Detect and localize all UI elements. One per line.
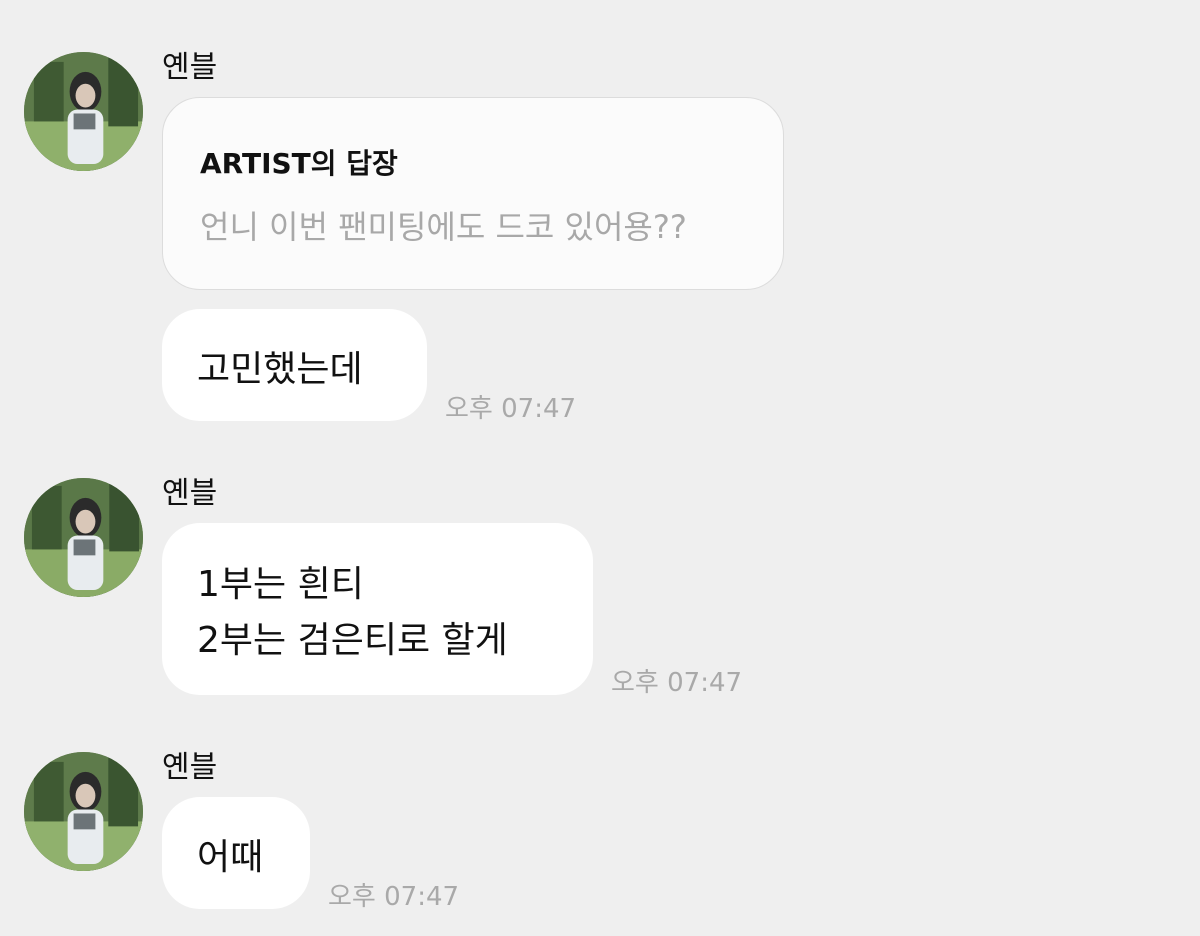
reply-quote: 언니 이번 팬미팅에도 드코 있어용?? — [200, 208, 687, 246]
profile-photo-icon — [24, 478, 143, 597]
message-time: 오후 07:47 — [611, 668, 743, 698]
reply-title: ARTIST의 답장 — [200, 147, 398, 180]
message-text-line: 2부는 검은티로 할게 — [197, 620, 508, 661]
sender-name: 옌블 — [162, 476, 218, 511]
message-time: 오후 07:47 — [328, 882, 460, 912]
sender-name: 옌블 — [162, 750, 218, 785]
profile-photo-icon — [24, 52, 143, 171]
message-text: 어때 — [197, 837, 264, 878]
message-bubble[interactable]: 고민했는데 — [162, 309, 427, 421]
message-text: 고민했는데 — [197, 349, 363, 390]
sender-name: 옌블 — [162, 50, 218, 85]
avatar[interactable] — [24, 478, 143, 597]
message-bubble[interactable]: 어때 — [162, 797, 310, 909]
reply-card[interactable]: ARTIST의 답장 언니 이번 팬미팅에도 드코 있어용?? — [162, 97, 784, 290]
profile-photo-icon — [24, 752, 143, 871]
message-time: 오후 07:47 — [445, 394, 577, 424]
avatar[interactable] — [24, 52, 143, 171]
message-text-line: 1부는 흰티 — [197, 564, 364, 605]
avatar[interactable] — [24, 752, 143, 871]
message-bubble[interactable]: 1부는 흰티 2부는 검은티로 할게 — [162, 523, 593, 695]
